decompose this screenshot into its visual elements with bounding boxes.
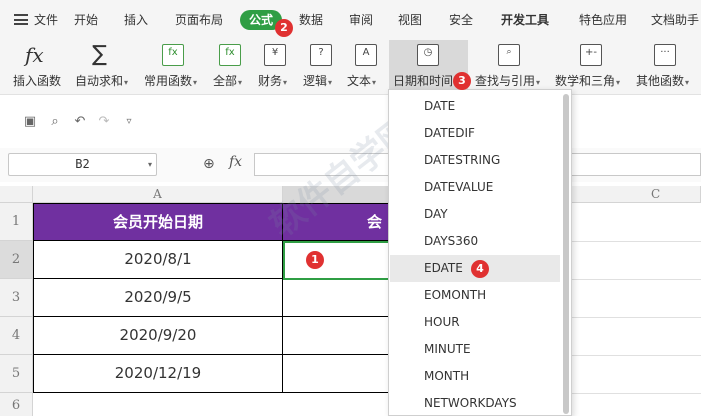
print-preview-icon[interactable]: ⌕ xyxy=(48,115,62,129)
dropdown-item-day[interactable]: DAY xyxy=(390,201,560,228)
dropdown-item-datestring[interactable]: DATESTRING xyxy=(390,147,560,174)
customize-toolbar-icon[interactable]: ▿ xyxy=(122,115,136,129)
all-functions-label: 全部▾ xyxy=(213,74,243,88)
sigma-icon: ∑ xyxy=(92,42,107,67)
tab-view[interactable]: 视图 xyxy=(398,10,422,30)
chevron-down-icon[interactable]: ▾ xyxy=(148,154,152,175)
more-dots-icon: ··· xyxy=(654,44,676,66)
tab-home[interactable]: 开始 xyxy=(74,10,98,30)
step-badge-1: 1 xyxy=(306,251,324,269)
step-badge-2: 2 xyxy=(275,19,293,37)
cell-a5[interactable]: 2020/12/19 xyxy=(33,355,283,393)
tab-page-layout[interactable]: 页面布局 xyxy=(175,10,223,30)
redo-icon[interactable]: ↷ xyxy=(97,115,111,129)
row-header-2[interactable]: 2 xyxy=(0,241,33,279)
financial-button[interactable]: ¥ 财务▾ xyxy=(255,40,295,95)
logical-button[interactable]: ? 逻辑▾ xyxy=(301,40,341,95)
question-icon: ? xyxy=(310,44,332,66)
tab-security[interactable]: 安全 xyxy=(449,10,473,30)
save-icon[interactable]: ▣ xyxy=(23,115,37,129)
undo-icon[interactable]: ↶ xyxy=(73,115,87,129)
spreadsheet-app: 文件 开始 插入 页面布局 公式 数据 审阅 视图 安全 开发工具 特色应用 文… xyxy=(0,0,701,416)
column-header-b[interactable] xyxy=(283,186,393,203)
zoom-icon[interactable]: ⊕ xyxy=(203,156,215,172)
step-badge-3: 3 xyxy=(453,72,471,90)
tab-review[interactable]: 审阅 xyxy=(349,10,373,30)
date-time-label: 日期和时间 xyxy=(393,74,454,88)
hamburger-menu-icon[interactable] xyxy=(14,14,28,25)
insert-function-button[interactable]: fx 插入函数 xyxy=(10,40,64,95)
financial-label: 财务▾ xyxy=(258,74,288,88)
cell-a3[interactable]: 2020/9/5 xyxy=(33,279,283,317)
math-trig-label: 数学和三角▾ xyxy=(555,74,621,88)
cell-b4[interactable] xyxy=(283,317,393,355)
text-a-icon: A xyxy=(355,44,377,66)
text-functions-button[interactable]: A 文本▾ xyxy=(346,40,386,95)
row-header-1[interactable]: 1 xyxy=(0,203,33,241)
cell-b1[interactable]: 会员 xyxy=(283,203,393,268)
dropdown-item-date[interactable]: DATE xyxy=(390,93,560,120)
select-all-corner[interactable] xyxy=(0,186,33,203)
cell-b5[interactable] xyxy=(283,355,393,393)
common-functions-button[interactable]: fx 常用函数▾ xyxy=(140,40,202,95)
dropdown-item-networkdays[interactable]: NETWORKDAYS xyxy=(390,390,560,415)
column-header-a[interactable]: A xyxy=(33,186,283,203)
all-functions-button[interactable]: fx 全部▾ xyxy=(210,40,250,95)
dropdown-item-datevalue[interactable]: DATEVALUE xyxy=(390,174,560,201)
dropdown-item-hour[interactable]: HOUR xyxy=(390,309,560,336)
common-functions-icon: fx xyxy=(162,44,184,66)
text-functions-label: 文本▾ xyxy=(347,74,377,88)
lookup-reference-button[interactable]: ⌕ 查找与引用▾ xyxy=(472,40,546,95)
menu-file[interactable]: 文件 xyxy=(34,10,58,30)
dropdown-item-eomonth[interactable]: EOMONTH xyxy=(390,282,560,309)
fx-icon[interactable]: fx xyxy=(229,154,242,170)
all-functions-icon: fx xyxy=(219,44,241,66)
row-header-3[interactable]: 3 xyxy=(0,279,33,317)
ribbon-toolbar: fx 插入函数 ∑ 自动求和▾ fx 常用函数▾ fx 全部▾ ¥ 财务▾ ? … xyxy=(0,40,701,95)
name-box[interactable]: B2 ▾ xyxy=(8,153,157,176)
math-icon: +- xyxy=(580,44,602,66)
math-trig-button[interactable]: +- 数学和三角▾ xyxy=(552,40,630,95)
common-functions-label: 常用函数▾ xyxy=(144,74,198,88)
cell-a4[interactable]: 2020/9/20 xyxy=(33,317,283,355)
row-header-5[interactable]: 5 xyxy=(0,355,33,393)
cell-b3[interactable] xyxy=(283,279,393,317)
tab-insert[interactable]: 插入 xyxy=(124,10,148,30)
fx-icon: fx xyxy=(25,43,44,67)
logical-label: 逻辑▾ xyxy=(303,74,333,88)
more-functions-label: 其他函数▾ xyxy=(636,74,690,88)
dropdown-item-datedif[interactable]: DATEDIF xyxy=(390,120,560,147)
menu-bar: 文件 开始 插入 页面布局 公式 数据 审阅 视图 安全 开发工具 特色应用 文… xyxy=(0,0,701,40)
active-cell-b2[interactable] xyxy=(283,241,393,280)
tab-special-apps[interactable]: 特色应用 xyxy=(579,10,627,30)
autosum-button[interactable]: ∑ 自动求和▾ xyxy=(72,40,134,95)
cell-a2[interactable]: 2020/8/1 xyxy=(33,241,283,279)
tab-developer[interactable]: 开发工具 xyxy=(501,10,549,30)
dropdown-item-month[interactable]: MONTH xyxy=(390,363,560,390)
yen-icon: ¥ xyxy=(264,44,286,66)
tab-doc-assistant[interactable]: 文档助手 xyxy=(651,10,699,30)
row-header-6[interactable]: 6 xyxy=(0,393,33,416)
lookup-reference-label: 查找与引用▾ xyxy=(475,74,541,88)
quick-access-toolbar: ▣ ⌕ ↶ ↷ ▿ xyxy=(0,95,701,148)
clock-icon: ◷ xyxy=(417,44,439,66)
row-header-4[interactable]: 4 xyxy=(0,317,33,355)
tab-data[interactable]: 数据 xyxy=(299,10,323,30)
dropdown-item-minute[interactable]: MINUTE xyxy=(390,336,560,363)
insert-function-label: 插入函数 xyxy=(13,74,62,88)
magnifier-doc-icon: ⌕ xyxy=(498,44,520,66)
step-badge-4: 4 xyxy=(471,260,489,278)
dropdown-item-days360[interactable]: DAYS360 xyxy=(390,228,560,255)
cell-a1[interactable]: 会员开始日期 xyxy=(33,203,283,241)
date-time-function-dropdown: DATE DATEDIF DATESTRING DATEVALUE DAY DA… xyxy=(388,89,572,416)
more-functions-button[interactable]: ··· 其他函数▾ xyxy=(634,40,698,95)
dropdown-scrollbar[interactable] xyxy=(563,94,569,414)
autosum-label: 自动求和▾ xyxy=(75,74,129,88)
